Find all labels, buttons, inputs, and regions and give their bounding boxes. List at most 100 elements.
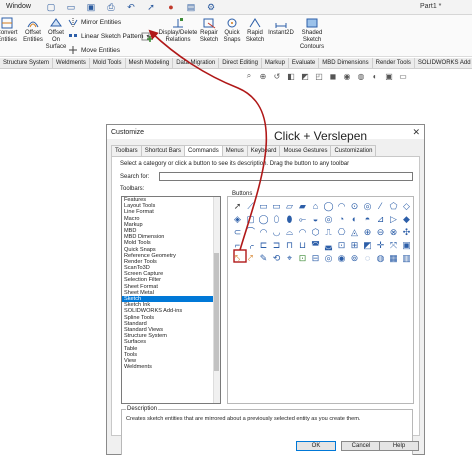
sketch-tool-icon[interactable]: ⌐ <box>232 240 243 251</box>
open-icon[interactable]: ▭ <box>62 1 80 13</box>
tab-mbd-dimensions[interactable]: MBD Dimensions <box>319 58 373 69</box>
sketch-tool-icon[interactable]: ▣ <box>401 240 412 251</box>
sketch-tool-icon[interactable]: ◓ <box>362 214 373 225</box>
view-orientation-icon[interactable]: ◰ <box>314 71 324 81</box>
list-item[interactable]: Weldments <box>122 364 220 370</box>
sketch-tool-icon[interactable]: ◎ <box>323 253 334 264</box>
offset-on-surface-button[interactable]: Offset On Surface <box>44 17 68 51</box>
offset-entities-button[interactable]: Offset Entities <box>20 17 46 44</box>
rebuild-icon[interactable]: ● <box>162 1 180 13</box>
display-delete-relations-button[interactable]: Display/Delete Relations <box>158 17 198 44</box>
sketch-tool-icon[interactable]: ⊖ <box>375 227 386 238</box>
tab-markup[interactable]: Markup <box>262 58 289 69</box>
section-view-icon[interactable]: ◧ <box>286 71 296 81</box>
sketch-tool-icon[interactable]: ⎍ <box>323 227 334 238</box>
sketch-tool-icon[interactable]: ◎ <box>323 214 334 225</box>
tab-data-migration[interactable]: Data Migration <box>173 58 220 69</box>
sketch-tool-icon[interactable]: ⟋ <box>245 201 256 212</box>
sketch-tool-icon[interactable]: ◐ <box>349 214 360 225</box>
sketch-tool-icon[interactable]: ⌖ <box>284 253 295 264</box>
dialog-titlebar[interactable]: Customize ✕ <box>107 125 424 139</box>
rapid-sketch-button[interactable]: Rapid Sketch <box>244 17 266 44</box>
tab-evaluate[interactable]: Evaluate <box>289 58 320 69</box>
tab-mesh-modeling[interactable]: Mesh Modeling <box>126 58 174 69</box>
sketch-tool-icon[interactable]: ▢ <box>245 214 256 225</box>
sketch-tool-icon[interactable]: ⊚ <box>349 253 360 264</box>
sketch-tool-icon[interactable]: ⌂ <box>310 201 321 212</box>
sketch-tool-icon[interactable]: ⌓ <box>284 227 295 238</box>
tab-mold-tools[interactable]: Mold Tools <box>90 58 126 69</box>
tab-shortcut-bars[interactable]: Shortcut Bars <box>140 145 186 156</box>
sketch-tool-icon[interactable]: ◔ <box>336 214 347 225</box>
cancel-button[interactable]: Cancel <box>341 441 381 451</box>
move-entities-button[interactable]: Move Entities <box>68 46 120 55</box>
sketch-tool-icon[interactable]: ⊡ <box>297 253 308 264</box>
sketch-tool-icon[interactable]: ◩ <box>362 240 373 251</box>
sketch-tool-icon[interactable]: ▭ <box>271 201 282 212</box>
sketch-tool-icon[interactable]: ⊐ <box>271 240 282 251</box>
sketch-tool-icon[interactable]: ▱ <box>284 201 295 212</box>
sketch-tool-icon[interactable]: ▰ <box>297 201 308 212</box>
sketch-tool-icon[interactable]: ◯ <box>258 214 269 225</box>
instant2d-button[interactable]: Instant2D <box>266 17 296 37</box>
scrollbar-thumb[interactable] <box>214 253 219 371</box>
ok-button[interactable]: OK <box>296 441 336 451</box>
sketch-tool-icon[interactable]: ⊕ <box>362 227 373 238</box>
help-button[interactable]: Help <box>379 441 419 451</box>
sketch-tool-icon[interactable]: ▦ <box>388 253 399 264</box>
sketch-tool-icon[interactable]: ✣ <box>401 227 412 238</box>
convert-entities-button[interactable]: Convert Entities <box>0 17 20 44</box>
sketch-tool-icon[interactable]: ⊔ <box>297 240 308 251</box>
sketch-tool-icon[interactable]: ◛ <box>323 240 334 251</box>
zoom-to-fit-icon[interactable]: ⌕ <box>244 71 254 81</box>
repair-sketch-button[interactable]: Repair Sketch <box>198 17 220 44</box>
menu-window[interactable]: Window <box>6 3 31 10</box>
sketch-tool-icon[interactable]: ▷ <box>388 214 399 225</box>
sketch-tool-icon[interactable]: ◉ <box>336 253 347 264</box>
sketch-tool-icon[interactable]: ⎔ <box>336 227 347 238</box>
sketch-tool-icon[interactable]: ◡ <box>271 227 282 238</box>
sketch-tool-icon[interactable]: ◈ <box>232 214 243 225</box>
edit-appearance-icon[interactable]: ◍ <box>356 71 366 81</box>
undo-icon[interactable]: ↶ <box>122 1 140 13</box>
sketch-tool-icon[interactable]: ⤤ <box>245 253 256 264</box>
dynamic-annotation-icon[interactable]: ◩ <box>300 71 310 81</box>
sketch-tool-icon[interactable]: ⊓ <box>284 240 295 251</box>
display-style-icon[interactable]: ◼ <box>328 71 338 81</box>
tab-customization[interactable]: Customization <box>330 145 377 156</box>
sketch-tool-icon[interactable]: ✎ <box>258 253 269 264</box>
zoom-area-icon[interactable]: ⊕ <box>258 71 268 81</box>
sketch-tool-icon[interactable]: ◠ <box>297 227 308 238</box>
sketch-tool-icon[interactable]: ➚ <box>232 201 243 212</box>
sketch-tool-icon[interactable]: ⊂ <box>232 227 243 238</box>
new-icon[interactable]: ▢ <box>42 1 60 13</box>
sketch-tool-icon[interactable]: ⊗ <box>388 227 399 238</box>
previous-view-icon[interactable]: ↺ <box>272 71 282 81</box>
tab-commands[interactable]: Commands <box>184 145 223 156</box>
sketch-tool-icon[interactable]: ⊙ <box>349 201 360 212</box>
tab-menus[interactable]: Menus <box>221 145 248 156</box>
save-icon[interactable]: ▣ <box>82 1 100 13</box>
display-pane-icon[interactable]: ▭ <box>398 71 408 81</box>
tab-render-tools[interactable]: Render Tools <box>373 58 415 69</box>
sketch-tool-icon[interactable]: ⊞ <box>349 240 360 251</box>
sketch-tool-icon[interactable]: ◬ <box>349 227 360 238</box>
apply-scene-icon[interactable]: ◐ <box>370 71 380 81</box>
sketch-tool-icon[interactable]: ▭ <box>258 201 269 212</box>
file-properties-icon[interactable]: ▤ <box>182 1 200 13</box>
toolbars-list[interactable]: Features Layout Tools Line Format Macro Mark… <box>121 196 221 404</box>
shaded-sketch-contours-button[interactable]: Shaded Sketch Contours <box>298 17 326 51</box>
sketch-tool-icon[interactable]: ◎ <box>362 201 373 212</box>
quick-snaps-button[interactable]: Quick Snaps <box>221 17 243 44</box>
tab-structure-system[interactable]: Structure System <box>0 58 54 69</box>
tab-keyboard[interactable]: Keyboard <box>246 145 281 156</box>
sketch-tool-icon[interactable]: ▥ <box>401 253 412 264</box>
linear-sketch-pattern-button[interactable]: Linear Sketch Pattern ▾ <box>68 32 150 41</box>
sketch-tool-icon[interactable]: ◠ <box>258 227 269 238</box>
sketch-tool-icon[interactable]: ◯ <box>323 201 334 212</box>
sketch-tool-icon[interactable]: ⁄ <box>375 201 386 212</box>
hide-show-items-icon[interactable]: ◉ <box>342 71 352 81</box>
sketch-tool-icon[interactable]: ⬠ <box>388 201 399 212</box>
sketch-tool-icon[interactable]: ⊡ <box>336 240 347 251</box>
sketch-tool-icon[interactable]: ⟲ <box>271 253 282 264</box>
